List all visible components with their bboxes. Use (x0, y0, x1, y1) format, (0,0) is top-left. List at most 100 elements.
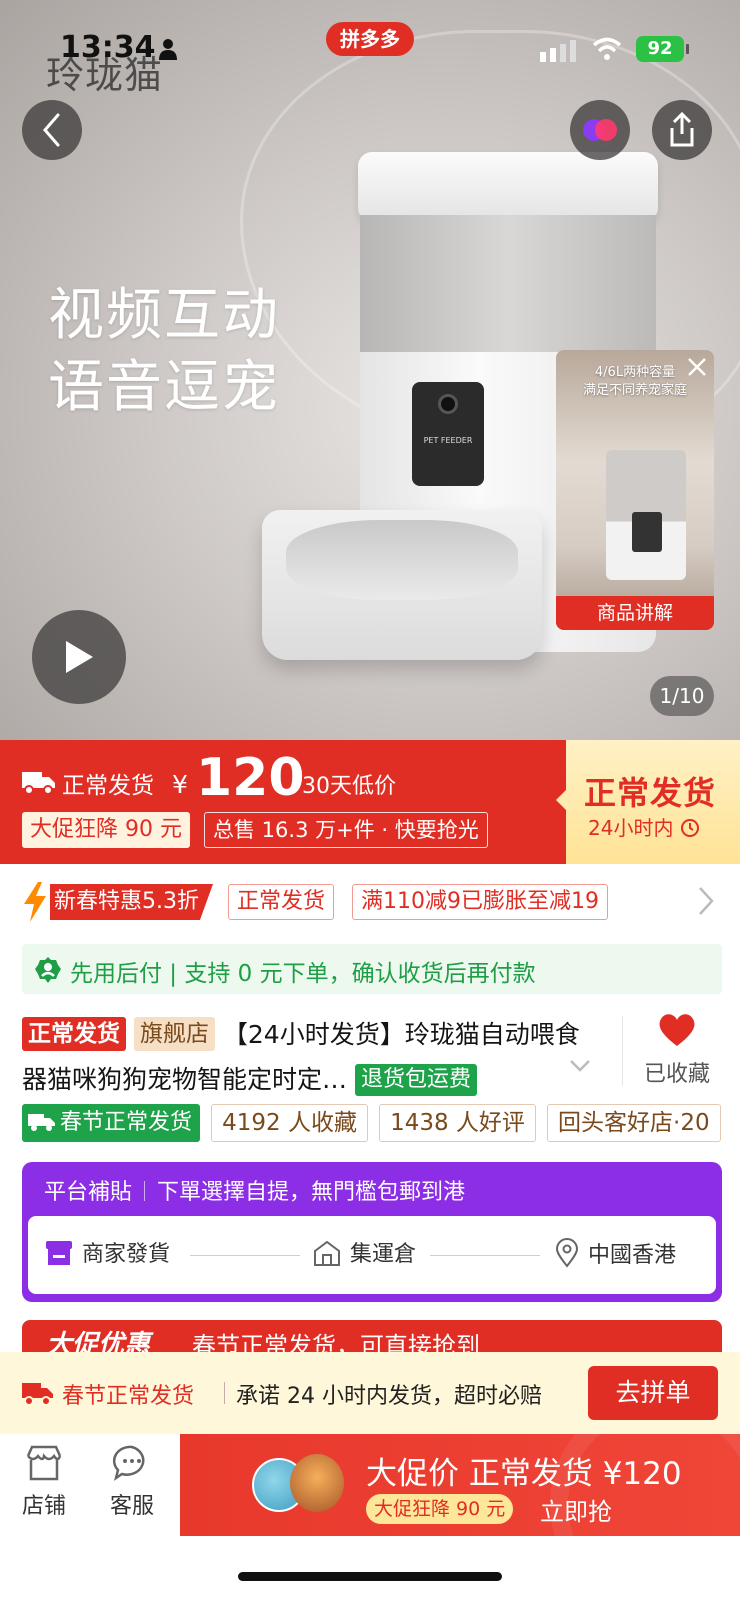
feeder-device-label: PET FEEDER (423, 436, 473, 445)
signal-icon (540, 40, 576, 62)
store-button[interactable]: 店铺 (4, 1444, 84, 1520)
video-explanation-thumbnail[interactable]: 4/6L两种容量 满足不同养宠家庭 商品讲解 (556, 350, 714, 630)
promo-row[interactable]: 新春特惠5.3折 正常发货 满110减9已膨胀至减19 (22, 882, 722, 922)
hero-slogan: 视频互动 语音逗宠 (48, 280, 280, 424)
mini-feeder-panel (632, 512, 662, 552)
route-step-merchant-label: 商家發貨 (82, 1242, 171, 1267)
chevron-right-icon[interactable] (696, 884, 716, 918)
spring-sale-tag: 新春特惠5.3折 (50, 884, 213, 920)
pay-later-text: 先用后付 | 支持 0 元下单，确认收货后再付款 (70, 961, 536, 987)
share-icon (670, 112, 694, 147)
feeder-bowl-inner (286, 520, 518, 600)
good-review-tag: 1438 人好评 (379, 1104, 536, 1142)
back-button[interactable] (22, 100, 82, 160)
feeder-lid (358, 152, 658, 222)
chat-icon (112, 1445, 145, 1481)
app-switch-button[interactable] (570, 100, 630, 160)
route-line (430, 1255, 540, 1256)
shipping-promise-subtitle: 24小时内 (588, 812, 700, 841)
title-divider (622, 1016, 623, 1086)
store-label: 店铺 (21, 1494, 66, 1519)
package-icon (46, 1241, 72, 1265)
low-price-note: 30天低价 (302, 774, 396, 799)
status-bar: 13:34 拼多多 92 (0, 0, 740, 90)
wifi-icon (592, 37, 622, 60)
shipping-route: 商家發貨 集運倉 中國香港 (28, 1216, 716, 1294)
product-title-block: 正常发货 旗舰店 【24小时发货】玲珑猫自动喂食器猫咪狗狗宠物智能定时定… 退货… (22, 1012, 602, 1102)
buyer-avatar (290, 1454, 344, 1512)
currency-symbol: ¥ (172, 770, 188, 799)
play-icon (66, 641, 93, 673)
truck-icon (22, 1383, 53, 1406)
warehouse-icon (314, 1240, 340, 1266)
normal-ship-tag: 正常发货 (228, 884, 335, 920)
share-button[interactable] (652, 100, 712, 160)
subsidy-title: 平台補貼 (44, 1180, 133, 1205)
image-page-counter: 1/10 (650, 676, 714, 716)
total-sales-tag: 总售 16.3 万+件 · 快要抢光 (204, 812, 488, 848)
store-icon (26, 1445, 62, 1481)
status-time: 13:34 (60, 30, 156, 65)
chevron-down-icon[interactable] (568, 1058, 592, 1074)
subsidy-text: 下單選擇自提，無門檻包郵到港 (157, 1180, 466, 1205)
hero-slogan-line2: 语音逗宠 (48, 355, 280, 420)
home-indicator (238, 1572, 502, 1581)
route-step-merchant: 商家發貨 (44, 1238, 170, 1272)
heart-icon (659, 1014, 695, 1046)
price-drop-tag: 大促狂降 90 元 (22, 812, 190, 848)
product-image-carousel[interactable]: 玲珑猫 PET FEEDER 视频互动 语音逗宠 13:34 拼多多 92 4/… (0, 0, 740, 740)
normal-ship-badge: 正常发货 (22, 1017, 126, 1051)
truck-icon (28, 1114, 55, 1131)
route-step-destination: 中國香港 (554, 1238, 676, 1272)
shipping-commitment-bar: 春节正常发货 承诺 24 小时内发货，超时必赔 去拼单 (0, 1352, 740, 1434)
app-badge: 拼多多 (326, 22, 414, 56)
close-icon[interactable] (686, 356, 708, 378)
cta-title: 大促价 正常发货 ¥120 (366, 1456, 682, 1492)
cta-action-label: 立即抢 (540, 1498, 612, 1526)
subsidy-divider (144, 1181, 146, 1201)
battery-indicator: 92 (636, 36, 689, 62)
hero-slogan-line1: 视频互动 (48, 283, 280, 348)
chevron-left-icon (43, 113, 60, 147)
feeder-camera (438, 394, 458, 414)
app-logo-icon (583, 119, 617, 141)
play-video-button[interactable] (32, 610, 126, 704)
ship-status-label: 正常发货 (62, 773, 154, 799)
group-buy-button[interactable]: 去拼单 (588, 1366, 718, 1420)
pay-later-icon (35, 957, 61, 983)
return-shipping-badge: 退货包运费 (354, 1064, 477, 1096)
favorite-button[interactable]: 已收藏 (632, 1012, 722, 1092)
repeat-store-tag: 回头客好店·20 (547, 1104, 721, 1142)
cta-price-drop-badge: 大促狂降 90 元 (366, 1494, 514, 1524)
commitment-text: 承诺 24 小时内发货，超时必赔 (236, 1384, 542, 1409)
commitment-divider (224, 1382, 225, 1404)
product-tags-row: 春节正常发货 4192 人收藏 1438 人好评 回头客好店·20 (22, 1104, 740, 1144)
route-step-warehouse-label: 集運倉 (350, 1242, 417, 1267)
pay-later-banner[interactable]: 先用后付 | 支持 0 元下单，确认收货后再付款 (22, 944, 722, 994)
service-label: 客服 (109, 1494, 154, 1519)
favorite-label: 已收藏 (643, 1062, 710, 1087)
buy-now-button[interactable]: 大促价 正常发货 ¥120 大促狂降 90 元 立即抢 (180, 1434, 740, 1536)
spring-ship-tag-label: 春节正常发货 (60, 1110, 193, 1135)
feeder-tank (360, 215, 656, 355)
commitment-title: 春节正常发货 (62, 1384, 195, 1409)
shipping-promise-title: 正常发货 (584, 774, 717, 812)
spring-ship-tag: 春节正常发货 (22, 1104, 201, 1142)
customer-service-button[interactable]: 客服 (92, 1444, 172, 1520)
truck-icon (22, 772, 55, 795)
subsidy-header: 平台補貼 下單選擇自提，無門檻包郵到港 (44, 1174, 465, 1206)
route-line (190, 1255, 300, 1256)
coupon-tag: 满110减9已膨胀至减19 (352, 884, 608, 920)
shipping-promise-hours: 24小时内 (588, 816, 674, 840)
route-step-destination-label: 中國香港 (588, 1243, 677, 1268)
lightning-icon (24, 882, 46, 922)
product-price: 120 (196, 748, 305, 808)
route-step-warehouse: 集運倉 (312, 1238, 416, 1272)
video-thumb-label: 商品讲解 (556, 596, 714, 630)
person-icon (159, 39, 177, 60)
product-page: 玲珑猫 PET FEEDER 视频互动 语音逗宠 13:34 拼多多 92 4/… (0, 0, 740, 1600)
clock-icon (680, 819, 699, 837)
collect-count-tag: 4192 人收藏 (211, 1104, 368, 1142)
location-pin-icon (555, 1238, 579, 1268)
platform-subsidy-card[interactable]: 平台補貼 下單選擇自提，無門檻包郵到港 商家發貨 集運倉 中國香港 (22, 1162, 722, 1302)
